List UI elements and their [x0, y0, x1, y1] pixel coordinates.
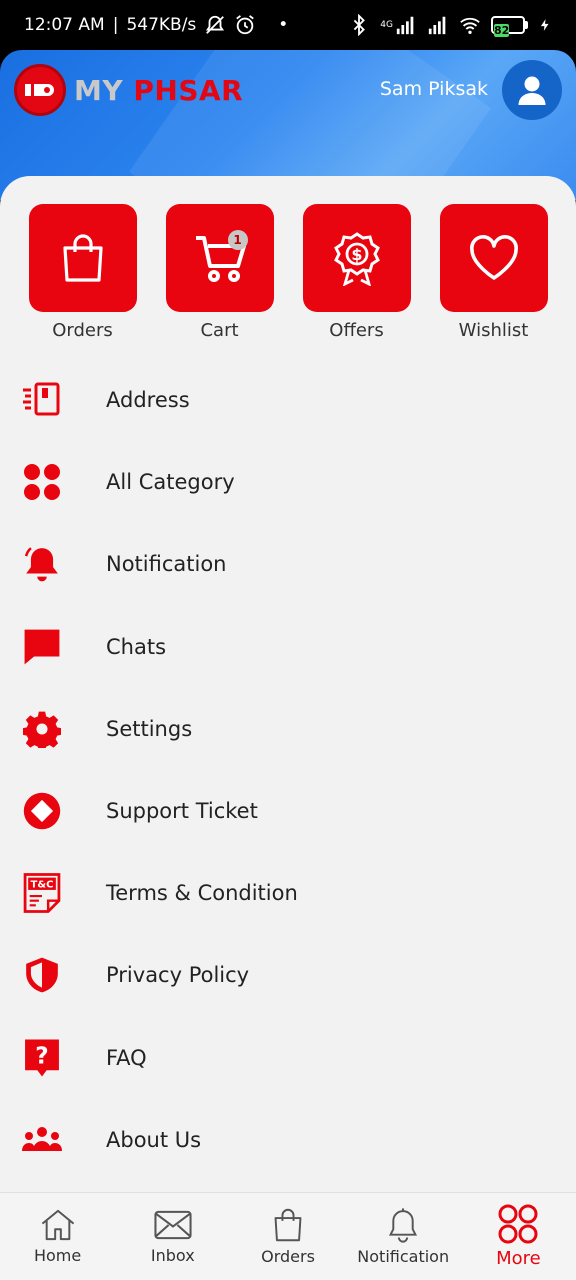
alarm-icon	[236, 15, 255, 35]
wifi-icon	[460, 17, 480, 34]
status-time: 12:07 AM	[24, 15, 105, 35]
brand-logo	[14, 64, 66, 116]
quick-actions: Orders 1 Cart $ Offers Wishlist	[0, 204, 576, 341]
heart-icon	[469, 235, 518, 280]
offers-button[interactable]: $	[302, 204, 411, 312]
menu-item-notification[interactable]: Notification	[0, 523, 576, 605]
quick-label: Orders	[52, 320, 113, 341]
nav-label: Inbox	[150, 1246, 195, 1265]
menu-panel: Orders 1 Cart $ Offers Wishlist Address	[0, 176, 576, 1192]
bottom-nav: Home Inbox Orders Notification More	[0, 1192, 576, 1280]
chat-icon	[24, 629, 60, 665]
network-type: 4G	[380, 20, 393, 30]
signal-icon	[396, 16, 414, 35]
address-icon	[23, 382, 60, 416]
mute-icon	[206, 15, 225, 34]
menu-item-all-category[interactable]: All Category	[0, 441, 576, 523]
menu-label: Privacy Policy	[106, 963, 250, 988]
quick-label: Offers	[329, 320, 384, 341]
bag-icon	[274, 1208, 302, 1242]
bell-outline-icon	[389, 1208, 418, 1243]
battery-icon: 82	[491, 16, 528, 37]
orders-button[interactable]	[28, 204, 137, 312]
menu-label: FAQ	[106, 1045, 147, 1070]
grid-icon	[498, 1204, 538, 1244]
menu-item-privacy[interactable]: Privacy Policy	[0, 934, 576, 1016]
bluetooth-icon	[354, 14, 366, 36]
nav-label: Orders	[261, 1247, 315, 1266]
signal-icon-2	[428, 16, 446, 35]
menu-label: Notification	[106, 552, 227, 577]
quick-wishlist[interactable]: Wishlist	[438, 204, 550, 341]
shield-icon	[26, 957, 58, 993]
menu-label: Terms & Condition	[106, 881, 298, 906]
offer-badge-icon: $	[333, 232, 380, 286]
category-icon	[24, 464, 60, 501]
menu-item-about[interactable]: About Us	[0, 1099, 576, 1181]
menu-item-terms[interactable]: T&C Terms & Condition	[0, 852, 576, 934]
user-name[interactable]: Sam Piksak	[380, 78, 488, 100]
brand-phsar: PHSAR	[133, 73, 244, 107]
quick-orders[interactable]: Orders	[27, 204, 139, 341]
nav-orders[interactable]: Orders	[230, 1193, 345, 1280]
network-speed: 547KB/s	[126, 15, 197, 35]
support-icon	[23, 792, 61, 830]
wishlist-button[interactable]	[439, 204, 548, 312]
menu-label: Chats	[106, 634, 167, 659]
nav-home[interactable]: Home	[0, 1193, 115, 1280]
terms-icon: T&C	[23, 873, 61, 914]
brand: MY PHSAR	[14, 64, 243, 116]
svg-text:$: $	[351, 245, 362, 264]
brand-my: MY	[74, 73, 124, 107]
quick-offers[interactable]: $ Offers	[301, 204, 413, 341]
nav-inbox[interactable]: Inbox	[115, 1193, 230, 1280]
cart-button[interactable]: 1	[165, 204, 274, 312]
menu-item-settings[interactable]: Settings	[0, 688, 576, 770]
terms-icon-text: T&C	[31, 880, 54, 891]
battery-level: 82	[494, 24, 510, 37]
menu-item-faq[interactable]: ? FAQ	[0, 1017, 576, 1099]
menu-label: All Category	[106, 470, 235, 495]
home-icon	[41, 1209, 74, 1241]
menu-label: Support Ticket	[106, 799, 258, 824]
faq-icon: ?	[25, 1039, 59, 1077]
charging-icon	[540, 19, 549, 31]
menu-item-chats[interactable]: Chats	[0, 606, 576, 688]
nav-label: Notification	[357, 1247, 450, 1266]
nav-label: More	[496, 1248, 541, 1269]
menu-label: Settings	[106, 716, 193, 741]
gear-icon	[23, 711, 61, 748]
menu-item-support-ticket[interactable]: Support Ticket	[0, 770, 576, 852]
faq-icon-text: ?	[35, 1043, 48, 1069]
menu-item-address[interactable]: Address	[0, 359, 576, 441]
menu-list: Address All Category Notification Chats …	[0, 359, 576, 1181]
menu-label: Address	[106, 388, 190, 413]
dot-icon: •	[278, 15, 289, 35]
quick-cart[interactable]: 1 Cart	[164, 204, 276, 341]
nav-notification[interactable]: Notification	[346, 1193, 461, 1280]
people-icon	[22, 1126, 62, 1151]
quick-label: Cart	[200, 320, 239, 341]
nav-label: Home	[33, 1246, 82, 1265]
menu-label: About Us	[106, 1127, 202, 1152]
status-bar: 12:07 AM | 547KB/s • 4G 82	[0, 0, 576, 50]
user-icon	[518, 76, 546, 105]
shopping-bag-icon	[62, 234, 103, 282]
bell-icon	[24, 547, 58, 582]
cart-badge: 1	[227, 230, 248, 250]
mail-icon	[154, 1210, 192, 1240]
nav-more[interactable]: More	[461, 1193, 576, 1280]
avatar[interactable]	[502, 60, 562, 120]
quick-label: Wishlist	[458, 320, 529, 341]
